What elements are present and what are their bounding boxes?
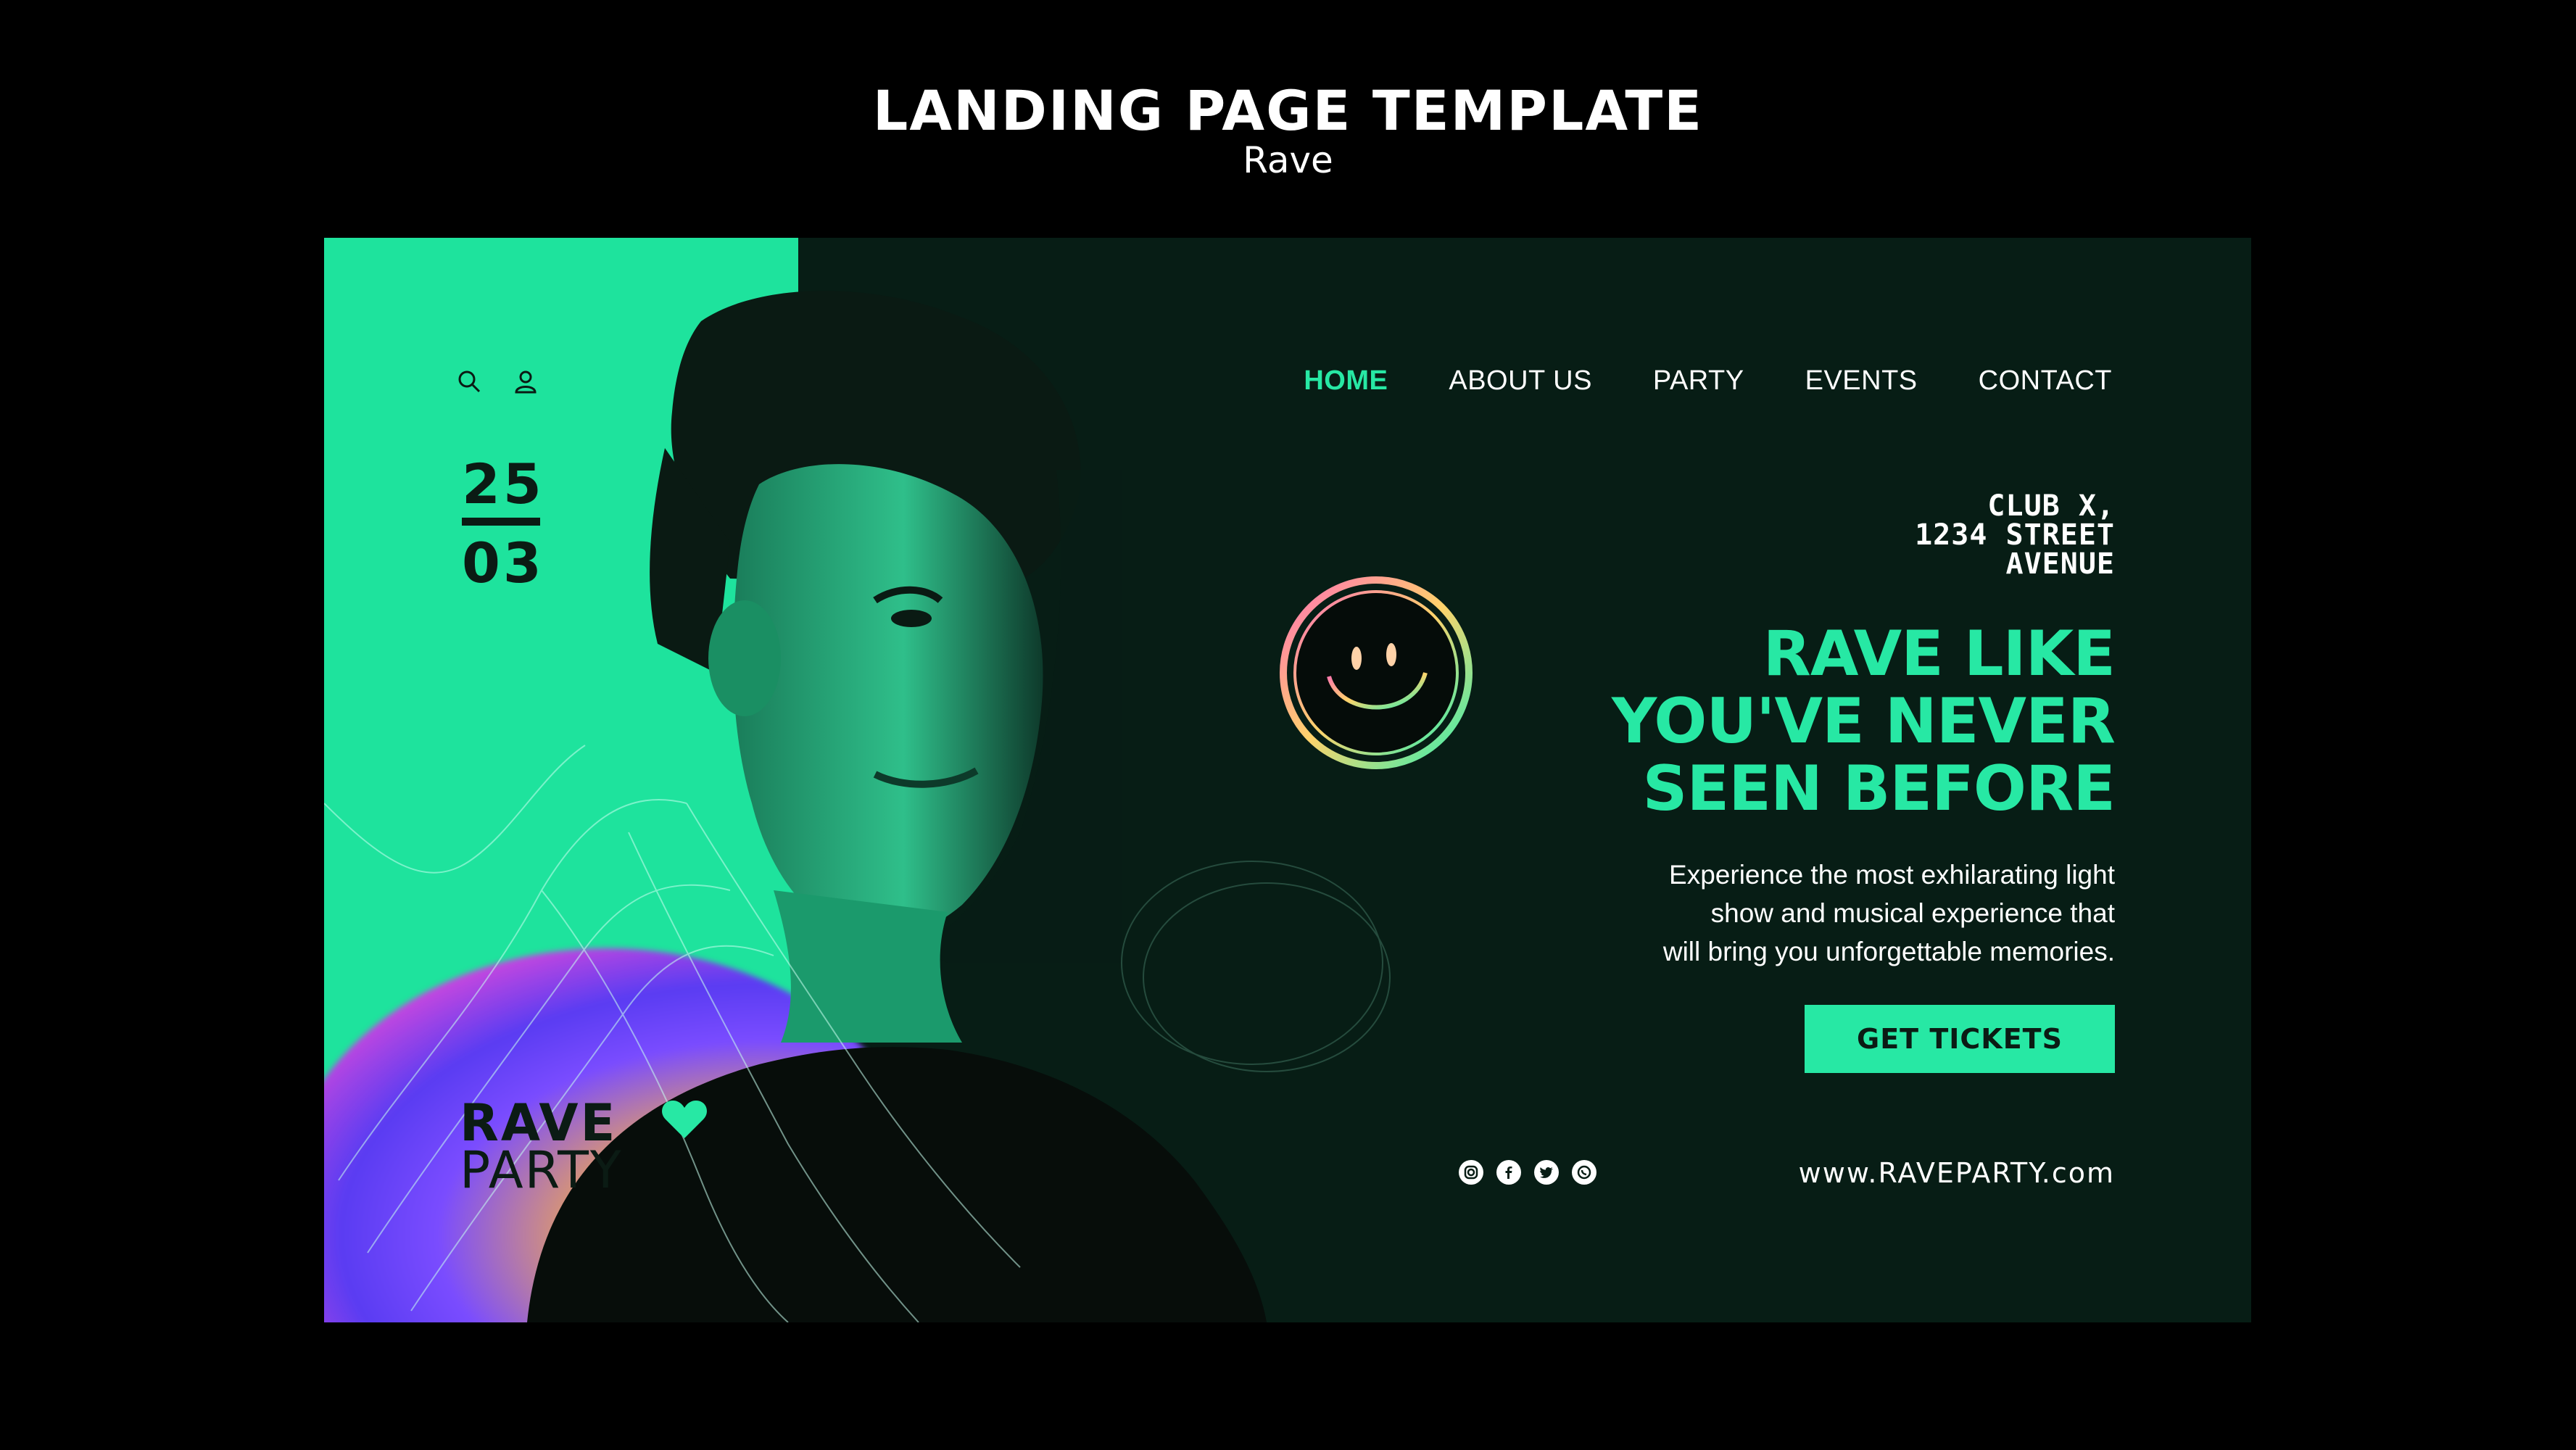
description-line: Experience the most exhilarating light (1669, 860, 2115, 890)
headline-line: SEEN BEFORE (1642, 753, 2116, 825)
nav-contact[interactable]: CONTACT (1979, 365, 2112, 397)
smiley-icon (1280, 576, 1473, 769)
logo-party: PARTY (460, 1140, 623, 1200)
nav-events[interactable]: EVENTS (1805, 365, 1918, 397)
landing-card: 25 03 RAVE PARTY HOME ABOUT US PARTY EVE… (324, 238, 2251, 1322)
date-divider (462, 518, 540, 526)
description-line: will bring you unforgettable memories. (1662, 937, 2115, 966)
address-line: AVENUE (2005, 547, 2115, 581)
address-line: CLUB X, (1987, 489, 2115, 523)
website-link[interactable]: www.RAVEPARTY.com (1799, 1157, 2115, 1189)
get-tickets-button[interactable]: GET TICKETS (1805, 1005, 2115, 1073)
instagram-icon[interactable] (1459, 1160, 1483, 1185)
user-icon[interactable] (511, 367, 540, 396)
nav-about-us[interactable]: ABOUT US (1449, 365, 1592, 397)
headline-line: YOU'VE NEVER (1612, 685, 2116, 758)
venue-address: CLUB X, 1234 STREET AVENUE (1915, 492, 2115, 579)
social-links (1459, 1160, 1596, 1185)
nav-party[interactable]: PARTY (1653, 365, 1744, 397)
twitter-icon[interactable] (1534, 1160, 1559, 1185)
nav-home[interactable]: HOME (1304, 365, 1388, 397)
page-title: LANDING PAGE TEMPLATE (872, 78, 1704, 143)
address-line: 1234 STREET (1915, 518, 2115, 552)
page-subtitle: Rave (1243, 139, 1333, 181)
date-month: 03 (462, 531, 544, 595)
headline-line: RAVE LIKE (1763, 618, 2116, 690)
description-line: show and musical experience that (1710, 898, 2115, 928)
hero-description: Experience the most exhilarating light s… (1593, 856, 2115, 971)
search-icon[interactable] (455, 367, 484, 396)
facebook-icon[interactable] (1496, 1160, 1521, 1185)
heart-icon (662, 1101, 707, 1138)
main-nav: HOME ABOUT US PARTY EVENTS CONTACT (1304, 365, 2112, 397)
whatsapp-icon[interactable] (1572, 1160, 1596, 1185)
date-day: 25 (462, 452, 544, 516)
hero-headline: RAVE LIKE YOU'VE NEVER SEEN BEFORE (1612, 618, 2116, 825)
event-date: 25 03 (462, 455, 563, 592)
